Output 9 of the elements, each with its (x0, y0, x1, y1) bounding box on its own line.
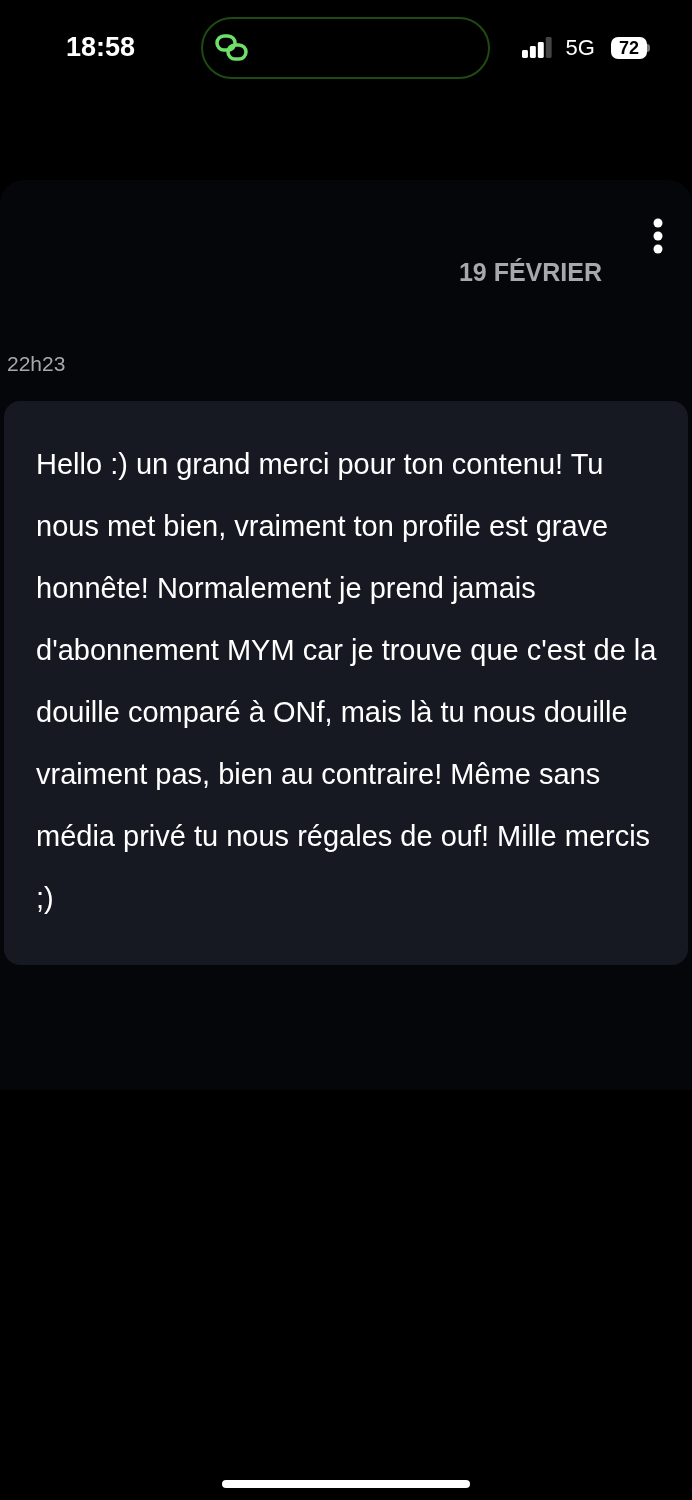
more-options-icon[interactable] (652, 218, 664, 254)
network-label: 5G (565, 34, 595, 62)
message-time: 22h23 (6, 350, 67, 377)
clock: 18:58 (66, 31, 137, 65)
chain-link-icon (214, 32, 251, 63)
signal-icon (521, 36, 554, 59)
message-bubble: Hello :) un grand merci pour ton contenu! Tu nous met bien, vraiment ton profile est grave honnête! Normalement je prend jamais d'abonnement MYM car je trouve que c'est de la douille comparé à ONf, mais là tu nous douille vraiment pas, bien au contraire! Même sans média privé tu nous régales de ouf! Mille mercis ;) (4, 401, 688, 965)
date-header: 19 FÉVRIER (458, 257, 602, 288)
battery-icon: 72 (610, 36, 650, 59)
